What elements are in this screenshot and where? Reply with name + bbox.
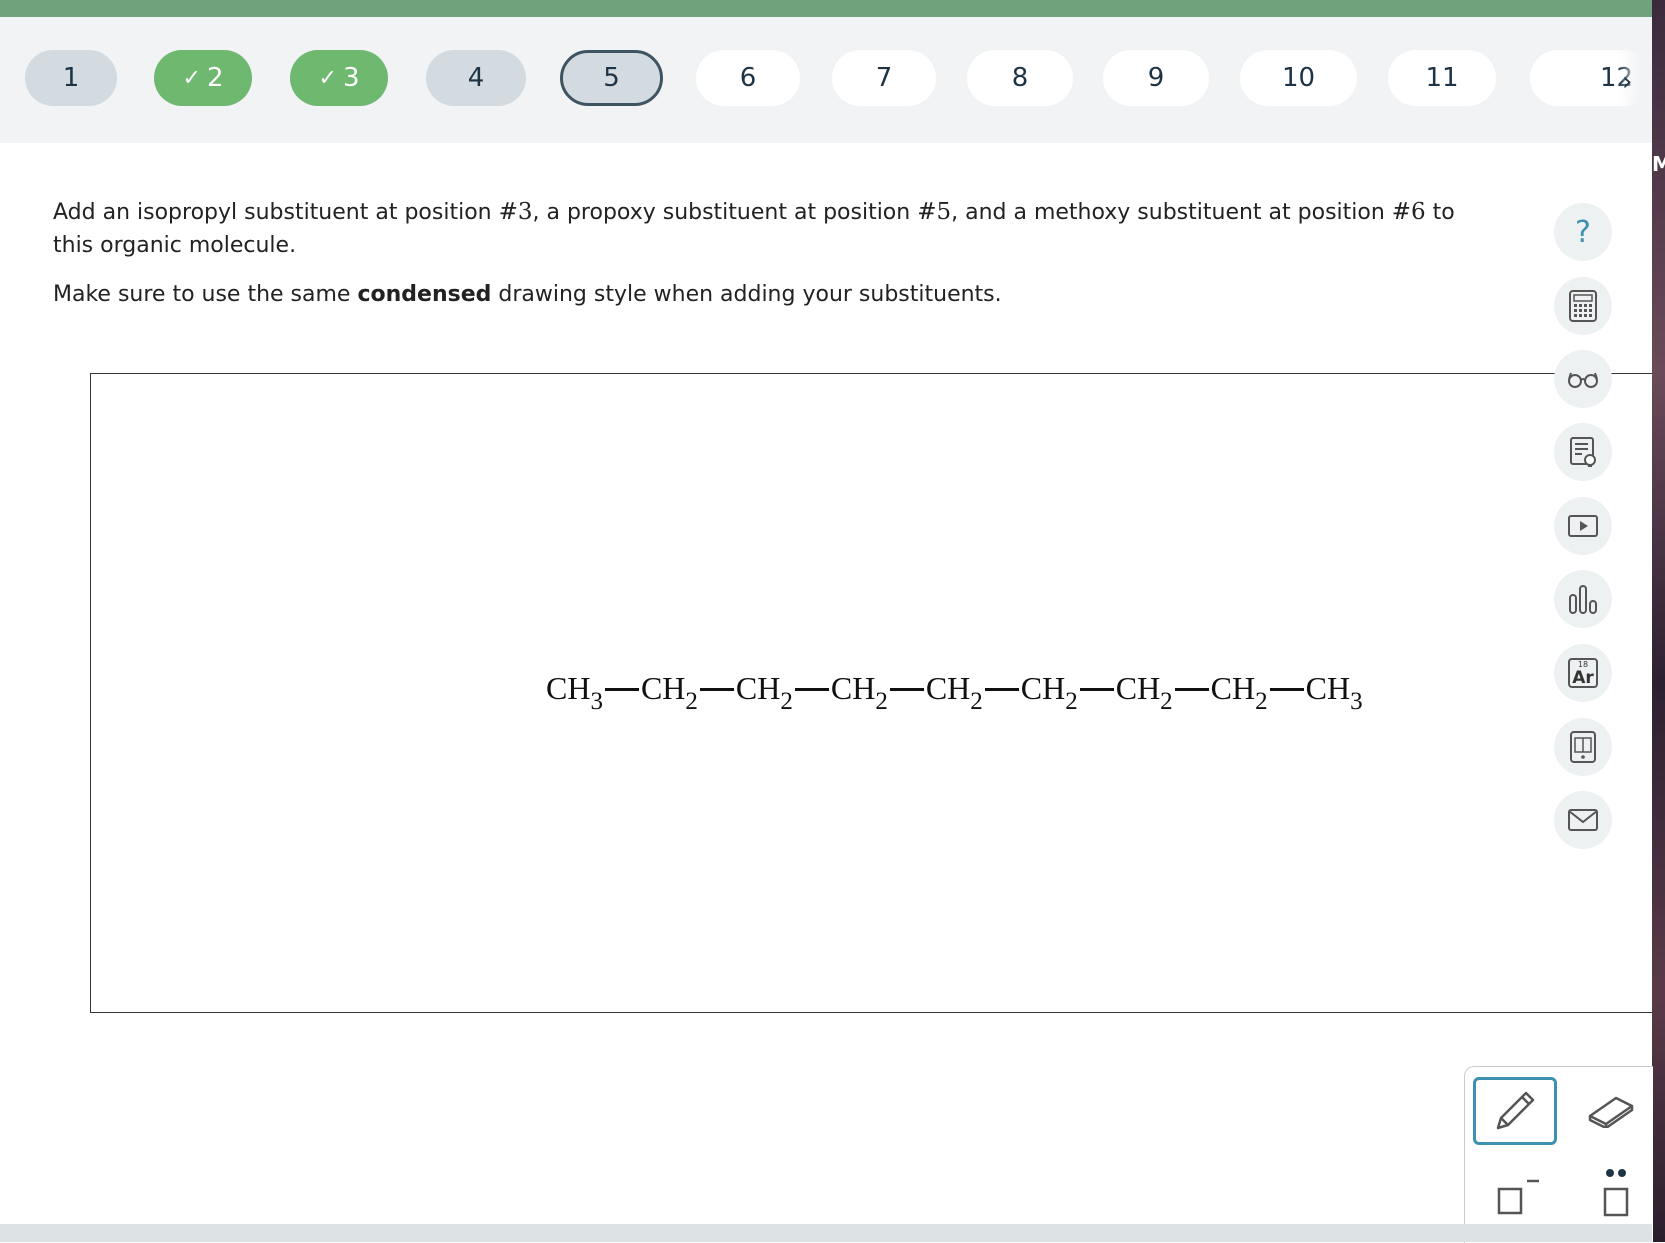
- bond[interactable]: [699, 688, 734, 692]
- carbon-group-3[interactable]: CH2: [736, 670, 793, 716]
- question-button-8[interactable]: 8: [967, 50, 1073, 106]
- carbon-group-1[interactable]: CH3: [546, 670, 603, 716]
- question-button-9[interactable]: 9: [1103, 50, 1209, 106]
- carbon-group-8[interactable]: CH2: [1211, 670, 1268, 716]
- question-button-6[interactable]: 6: [696, 50, 800, 106]
- hint-button[interactable]: [1554, 423, 1612, 481]
- carbon-group-6[interactable]: CH2: [1021, 670, 1078, 716]
- prompt-instruction: Add an isopropyl substituent at position…: [53, 199, 1455, 258]
- question-button-1[interactable]: 1: [25, 50, 117, 106]
- drawing-canvas[interactable]: CH3 CH2 CH2 CH2 CH2 CH2 CH2 CH2 CH3: [90, 373, 1652, 1013]
- question-navigator: 1 ✓ 2 ✓ 3 4 5 6 7 8 9 10 11 12 ›: [0, 17, 1652, 143]
- lone-pair-tool[interactable]: [1591, 1167, 1641, 1221]
- bond[interactable]: [984, 688, 1019, 692]
- molecule-chain: CH3 CH2 CH2 CH2 CH2 CH2 CH2 CH2 CH3: [546, 670, 1363, 716]
- help-button[interactable]: ?: [1554, 203, 1612, 261]
- bond[interactable]: [604, 688, 639, 692]
- position-6: #6: [1391, 199, 1426, 225]
- hint-document-icon: [1570, 437, 1596, 467]
- question-mark-icon: ?: [1575, 214, 1591, 250]
- carbon-group-5[interactable]: CH2: [926, 670, 983, 716]
- carbon-group-4[interactable]: CH2: [831, 670, 888, 716]
- calculator-icon: [1569, 290, 1597, 322]
- charge-icon: [1497, 1179, 1539, 1215]
- data-chart-button[interactable]: [1554, 570, 1612, 628]
- reading-glasses-button[interactable]: [1554, 350, 1612, 408]
- bond[interactable]: [1269, 688, 1304, 692]
- question-button-4[interactable]: 4: [426, 50, 526, 106]
- question-button-5[interactable]: 5: [560, 50, 663, 106]
- prompt-style-note: Make sure to use the same condensed draw…: [53, 282, 1002, 307]
- drawing-tools-panel: [1464, 1066, 1653, 1243]
- checkmark-icon: ✓: [182, 65, 201, 91]
- periodic-table-icon: 18 Ar: [1568, 658, 1598, 688]
- ebook-icon: [1570, 731, 1596, 763]
- top-banner: [0, 0, 1652, 17]
- bar-chart-icon: [1569, 585, 1597, 614]
- bond[interactable]: [1079, 688, 1114, 692]
- question-prompt: Add an isopropyl substituent at position…: [53, 196, 1493, 311]
- carbon-group-2[interactable]: CH2: [641, 670, 698, 716]
- play-video-icon: [1568, 515, 1598, 537]
- message-button[interactable]: [1554, 791, 1612, 849]
- calculator-button[interactable]: [1554, 277, 1612, 335]
- carbon-group-9[interactable]: CH3: [1306, 670, 1363, 716]
- background-window-char: M: [1652, 152, 1665, 176]
- periodic-table-button[interactable]: 18 Ar: [1554, 644, 1612, 702]
- eraser-icon: [1588, 1096, 1634, 1128]
- carbon-group-7[interactable]: CH2: [1116, 670, 1173, 716]
- bond[interactable]: [1174, 688, 1209, 692]
- question-button-2[interactable]: ✓ 2: [154, 50, 252, 106]
- position-3: #3: [498, 199, 533, 225]
- eraser-tool[interactable]: [1583, 1085, 1639, 1135]
- bottom-bar: [0, 1224, 1652, 1242]
- charge-tool[interactable]: [1495, 1171, 1545, 1221]
- glasses-icon: [1568, 372, 1598, 388]
- envelope-icon: [1568, 809, 1598, 831]
- pencil-tool[interactable]: [1473, 1077, 1557, 1145]
- position-5: #5: [917, 199, 952, 225]
- question-button-3[interactable]: ✓ 3: [290, 50, 388, 106]
- bond[interactable]: [889, 688, 924, 692]
- question-button-7[interactable]: 7: [832, 50, 936, 106]
- checkmark-icon: ✓: [318, 65, 337, 91]
- question-button-10[interactable]: 10: [1240, 50, 1357, 106]
- bond[interactable]: [794, 688, 829, 692]
- textbook-button[interactable]: [1554, 718, 1612, 776]
- lone-pair-icon: [1603, 1169, 1629, 1217]
- question-button-11[interactable]: 11: [1388, 50, 1496, 106]
- background-window-edge: [1652, 0, 1665, 1242]
- video-button[interactable]: [1554, 497, 1612, 555]
- next-questions-arrow[interactable]: ›: [1622, 67, 1632, 97]
- pencil-icon: [1496, 1091, 1535, 1130]
